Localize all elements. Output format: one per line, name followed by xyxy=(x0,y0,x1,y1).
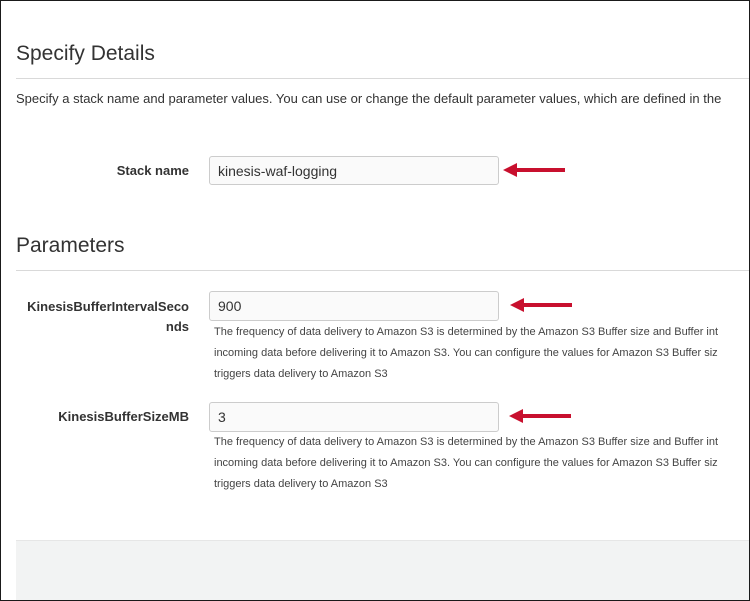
buffer-size-label: KinesisBufferSizeMB xyxy=(58,409,189,424)
help-line: The frequency of data delivery to Amazon… xyxy=(214,436,719,448)
help-line: The frequency of data delivery to Amazon… xyxy=(214,326,719,338)
footer-band xyxy=(16,540,749,600)
buffer-interval-input[interactable] xyxy=(209,291,499,321)
section-divider xyxy=(16,270,749,271)
specify-details-page: Specify Details Specify a stack name and… xyxy=(0,0,750,601)
left-arrow-icon xyxy=(509,409,571,423)
help-line: triggers data delivery to Amazon S3 xyxy=(214,368,388,380)
buffer-size-help: The frequency of data delivery to Amazon… xyxy=(214,432,718,495)
intro-text: Specify a stack name and parameter value… xyxy=(16,91,722,106)
stack-name-label: Stack name xyxy=(116,163,189,178)
buffer-interval-label-line1: KinesisBufferIntervalSeco xyxy=(27,299,189,314)
buffer-interval-help: The frequency of data delivery to Amazon… xyxy=(214,322,718,385)
buffer-interval-label-line2: nds xyxy=(165,319,189,334)
left-arrow-icon xyxy=(503,163,565,177)
section-title-specify-details: Specify Details xyxy=(16,42,155,65)
buffer-size-input[interactable] xyxy=(209,402,499,432)
help-line: incoming data before delivering it to Am… xyxy=(214,347,718,359)
buffer-interval-label: KinesisBufferIntervalSeco nds xyxy=(1,297,189,337)
help-line: triggers data delivery to Amazon S3 xyxy=(214,478,388,490)
stack-name-input[interactable] xyxy=(209,156,499,185)
section-title-parameters: Parameters xyxy=(16,234,125,257)
left-arrow-icon xyxy=(510,298,572,312)
section-divider xyxy=(16,78,749,79)
help-line: incoming data before delivering it to Am… xyxy=(214,457,718,469)
